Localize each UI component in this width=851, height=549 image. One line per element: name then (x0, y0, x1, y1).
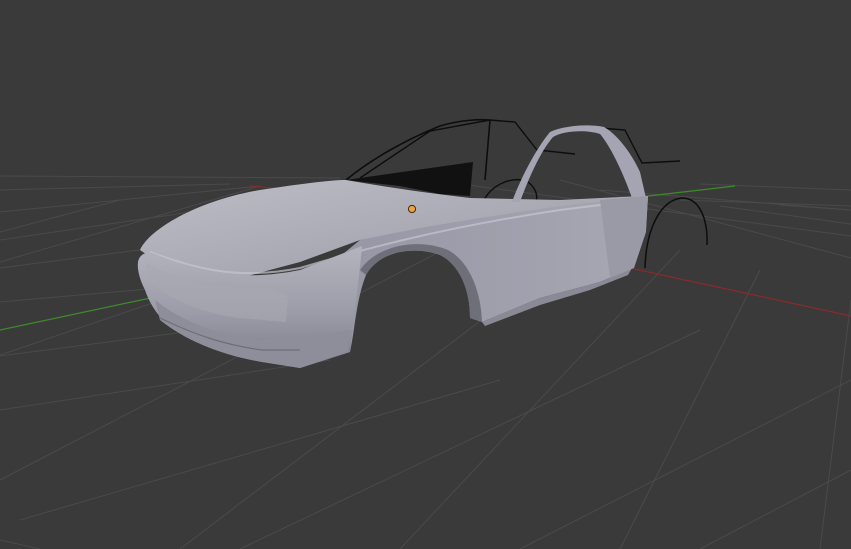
grid-line (819, 299, 851, 549)
y-axis-line (0, 295, 161, 331)
grid-line (0, 183, 231, 191)
grid-line (0, 329, 201, 357)
y-axis-line-right (639, 185, 736, 198)
object-origin-dot[interactable] (407, 204, 417, 214)
grid-line (679, 199, 851, 207)
door-frame (512, 125, 646, 202)
viewport-canvas[interactable] (0, 0, 851, 549)
3d-viewport[interactable] (0, 0, 851, 549)
grid-line (519, 379, 851, 549)
grid-line (0, 539, 41, 549)
grid-line (0, 199, 121, 233)
grid-line (0, 359, 331, 411)
grid-line (619, 269, 761, 549)
grid-line (0, 287, 161, 303)
grid-line (19, 379, 501, 521)
grid-line (0, 175, 341, 179)
rear-wheel-arch-wire (644, 197, 708, 269)
